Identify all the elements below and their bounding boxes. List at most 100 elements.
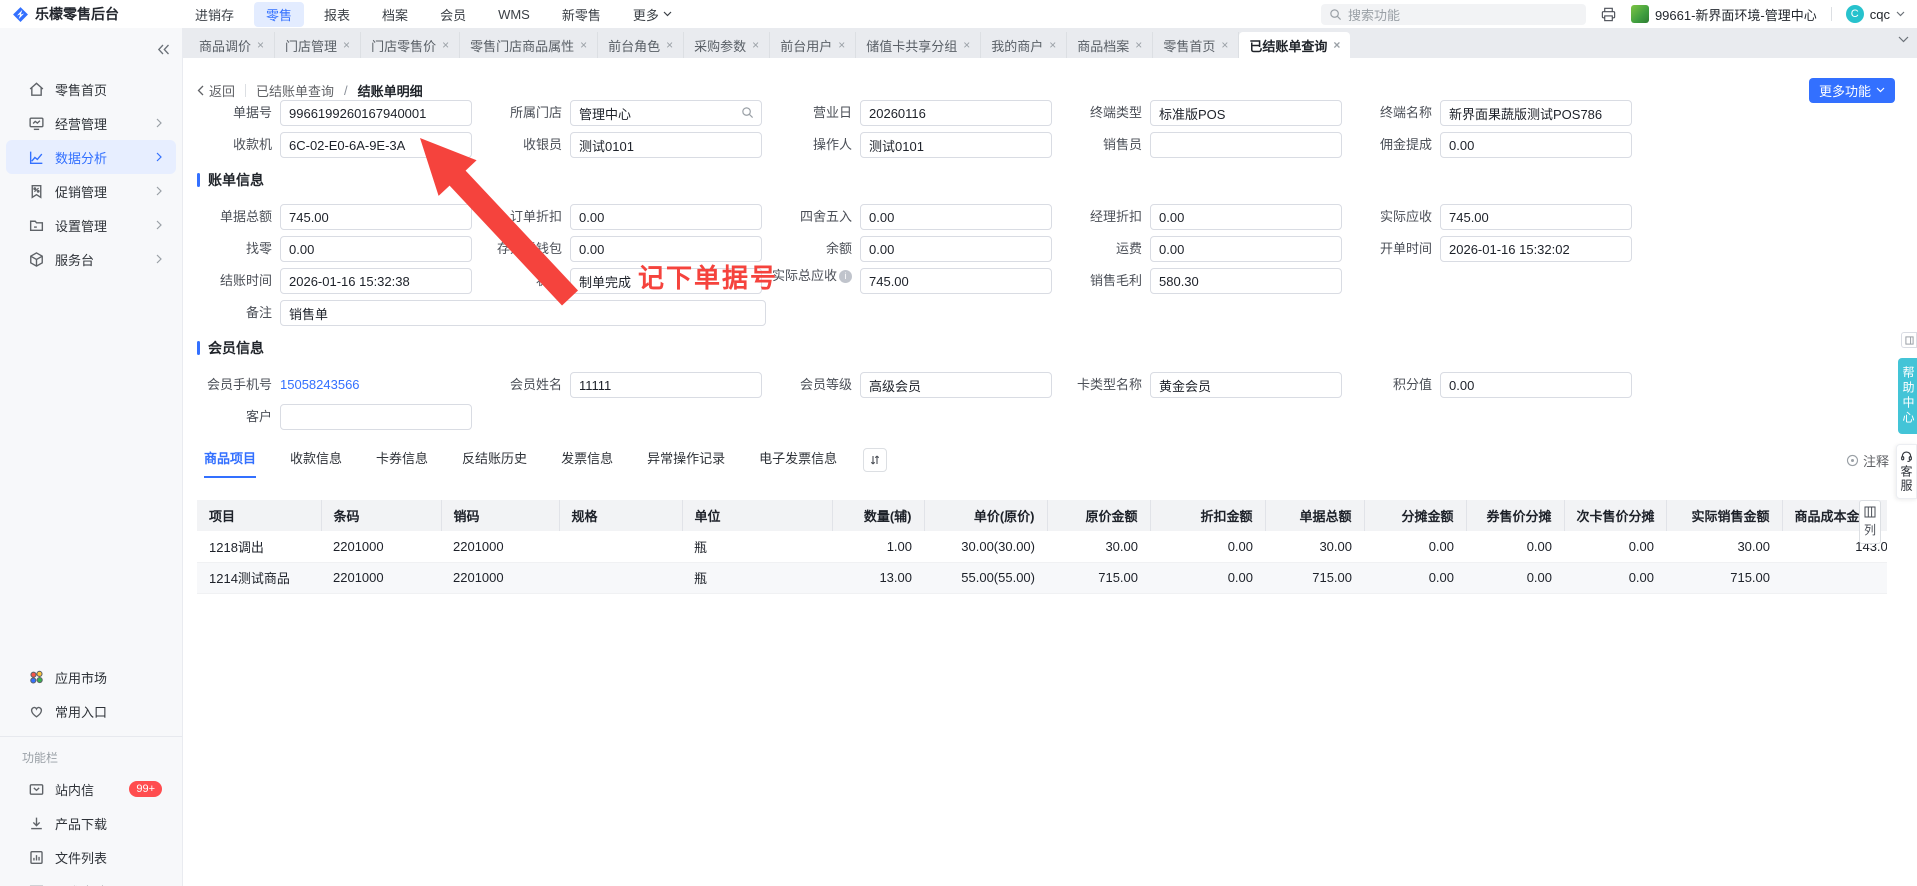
close-icon[interactable]: × [1049, 38, 1056, 52]
nav-item-retail[interactable]: 零售 [254, 1, 305, 27]
sidebar-item-data-analysis[interactable]: 数据分析 [6, 140, 176, 174]
sidebar-item-settings-mgmt[interactable]: 设置管理 [6, 208, 176, 242]
tab-invoice-info[interactable]: 发票信息 [561, 448, 613, 478]
workspace-tab[interactable]: 零售首页 × [1153, 32, 1240, 58]
tab-reverse-history[interactable]: 反结账历史 [462, 448, 527, 478]
workspace-tab-active[interactable]: 已结账单查询 × [1239, 32, 1351, 58]
workspace-tab[interactable]: 门店零售价 × [361, 32, 461, 58]
tab-product-items[interactable]: 商品项目 [204, 448, 257, 478]
open-time-field[interactable] [1440, 236, 1632, 262]
terminal-type-field[interactable] [1150, 100, 1342, 126]
actual-receivable-field[interactable] [1440, 204, 1632, 230]
nav-item-new-retail[interactable]: 新零售 [550, 2, 613, 27]
cash-register-field[interactable] [280, 132, 472, 158]
close-icon[interactable]: × [257, 38, 264, 52]
sidebar-item-inbox[interactable]: 站内信 99+ [6, 772, 176, 806]
environment-selector[interactable]: 99661-新界面环境-管理中心 [1630, 5, 1817, 24]
close-icon[interactable]: × [752, 38, 759, 52]
workspace-tab[interactable]: 商品档案 × [1067, 32, 1154, 58]
commission-field[interactable] [1440, 132, 1632, 158]
close-icon[interactable]: × [838, 38, 845, 52]
back-button[interactable]: 返回 [197, 81, 235, 100]
workspace-tab[interactable]: 前台角色 × [598, 32, 685, 58]
table-row[interactable]: 1214测试商品 2201000 2201000 瓶 13.00 55.00(5… [197, 562, 1887, 594]
search-icon[interactable] [741, 106, 754, 119]
nav-item-wms[interactable]: WMS [486, 4, 542, 25]
sidebar-item-product-download[interactable]: 产品下载 [6, 806, 176, 840]
rounding-field[interactable] [860, 204, 1052, 230]
nav-item-inventory[interactable]: 进销存 [183, 2, 246, 27]
global-search-input[interactable]: 搜索功能 [1320, 3, 1586, 25]
close-icon[interactable]: × [1135, 38, 1142, 52]
breadcrumb-parent[interactable]: 已结账单查询 [256, 81, 334, 100]
sidebar-collapse-button[interactable] [157, 44, 170, 55]
settle-time-field[interactable] [280, 268, 472, 294]
customer-service-button[interactable]: 客服 [1896, 444, 1917, 499]
points-field[interactable] [1440, 372, 1632, 398]
close-icon[interactable]: × [580, 38, 587, 52]
member-name-field[interactable] [570, 372, 762, 398]
column-sort-button[interactable] [863, 448, 888, 472]
user-menu[interactable]: C cqc [1845, 5, 1905, 23]
tab-abnormal-ops[interactable]: 异常操作记录 [647, 448, 725, 478]
close-icon[interactable]: × [442, 38, 449, 52]
workspace-tab[interactable]: 储值卡共享分组 × [856, 32, 982, 58]
close-icon[interactable]: × [343, 38, 350, 52]
card-type-field[interactable] [1150, 372, 1342, 398]
terminal-name-field[interactable] [1440, 100, 1632, 126]
workspace-tab[interactable]: 我的商户 × [981, 32, 1068, 58]
operator-field[interactable] [860, 132, 1052, 158]
info-icon[interactable]: i [839, 270, 852, 284]
sidebar-item-file-list[interactable]: 文件列表 [6, 840, 176, 874]
wallet-deposit-field[interactable] [570, 236, 762, 262]
bill-total-field[interactable] [280, 204, 472, 230]
workspace-tab[interactable]: 零售门店商品属性 × [460, 32, 599, 58]
table-row[interactable]: 1218调出 2201000 2201000 瓶 1.00 30.00(30.0… [197, 531, 1887, 563]
store-field[interactable] [570, 100, 762, 126]
order-discount-field[interactable] [570, 204, 762, 230]
status-field[interactable] [570, 268, 762, 294]
column-settings-button[interactable]: 列 [1859, 500, 1881, 544]
sidebar-item-business-mgmt[interactable]: 经营管理 [6, 106, 176, 140]
balance-field[interactable] [860, 236, 1052, 262]
nav-item-member[interactable]: 会员 [428, 2, 478, 27]
close-icon[interactable]: × [1221, 38, 1228, 52]
sidebar-item-favorites[interactable]: 常用入口 [6, 694, 176, 728]
member-level-field[interactable] [860, 372, 1052, 398]
remark-field[interactable] [280, 300, 766, 326]
dock-collapse-button[interactable] [1901, 332, 1917, 348]
close-icon[interactable]: × [963, 38, 970, 52]
tab-coupon-info[interactable]: 卡券信息 [376, 448, 428, 478]
gross-profit-field[interactable] [1150, 268, 1342, 294]
workspace-tab[interactable]: 前台用户 × [770, 32, 857, 58]
sidebar-item-retail-home[interactable]: 零售首页 [6, 72, 176, 106]
sidebar-item-promotion-mgmt[interactable]: 促销管理 [6, 174, 176, 208]
tabstrip-dropdown-button[interactable] [1898, 36, 1909, 43]
tab-payment-info[interactable]: 收款信息 [290, 448, 342, 478]
annotation-toggle[interactable]: 注释 [1846, 451, 1889, 470]
member-phone-link[interactable]: 15058243566 [280, 372, 360, 398]
change-field[interactable] [280, 236, 472, 262]
tab-e-invoice-info[interactable]: 电子发票信息 [759, 448, 837, 478]
business-date-field[interactable] [860, 100, 1052, 126]
sidebar-item-app-market[interactable]: 应用市场 [6, 660, 176, 694]
freight-field[interactable] [1150, 236, 1342, 262]
help-center-button[interactable]: 帮助中心 [1898, 358, 1917, 434]
workspace-tab[interactable]: 门店管理 × [275, 32, 362, 58]
actual-total-receivable-field[interactable] [860, 268, 1052, 294]
close-icon[interactable]: × [666, 38, 673, 52]
salesperson-field[interactable] [1150, 132, 1342, 158]
order-number-field[interactable] [280, 100, 472, 126]
customer-field[interactable] [280, 404, 472, 430]
nav-item-archive[interactable]: 档案 [370, 2, 420, 27]
printer-button[interactable] [1600, 6, 1617, 23]
more-functions-button[interactable]: 更多功能 [1808, 77, 1895, 103]
sidebar-item-service-desk[interactable]: 服务台 [6, 242, 176, 276]
manager-discount-field[interactable] [1150, 204, 1342, 230]
close-icon[interactable]: × [1333, 38, 1340, 52]
cashier-field[interactable] [570, 132, 762, 158]
nav-item-report[interactable]: 报表 [312, 2, 362, 27]
sidebar-item-request[interactable]: 需求申请 [6, 874, 176, 886]
workspace-tab[interactable]: 采购参数 × [684, 32, 771, 58]
workspace-tab[interactable]: 商品调价 × [189, 32, 276, 58]
